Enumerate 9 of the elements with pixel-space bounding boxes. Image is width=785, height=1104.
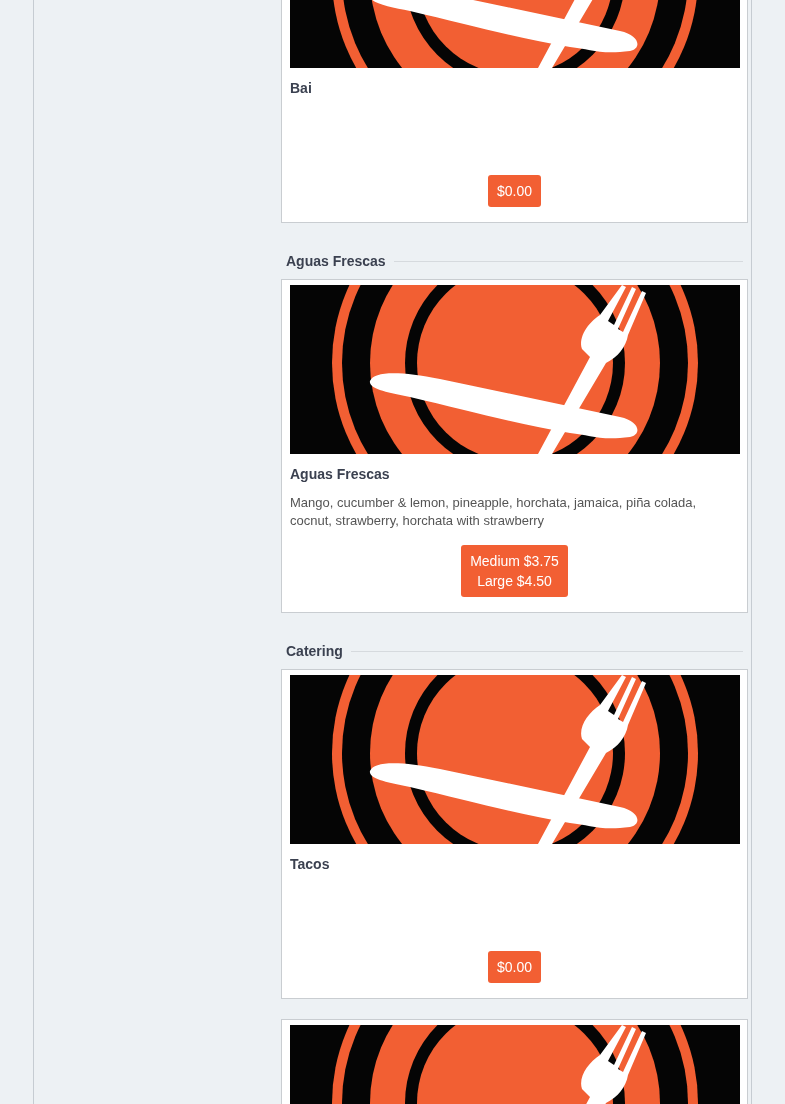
item-name: Aguas Frescas bbox=[290, 465, 390, 484]
item-name: Bai bbox=[290, 79, 312, 98]
item-description: Mango, cucumber & lemon, pineapple, horchata, jamaica, piña colada, cocnut, strawberry, horchata with strawberry bbox=[290, 494, 698, 530]
price-button[interactable]: $0.00 bbox=[487, 175, 541, 207]
section-heading: Aguas Frescas bbox=[286, 253, 386, 269]
price-button[interactable]: Medium $3.75 Large $4.50 bbox=[461, 545, 568, 597]
item-name: Tacos bbox=[290, 855, 330, 874]
section-heading: Catering bbox=[286, 643, 343, 659]
price-button[interactable]: $0.00 bbox=[487, 951, 541, 983]
